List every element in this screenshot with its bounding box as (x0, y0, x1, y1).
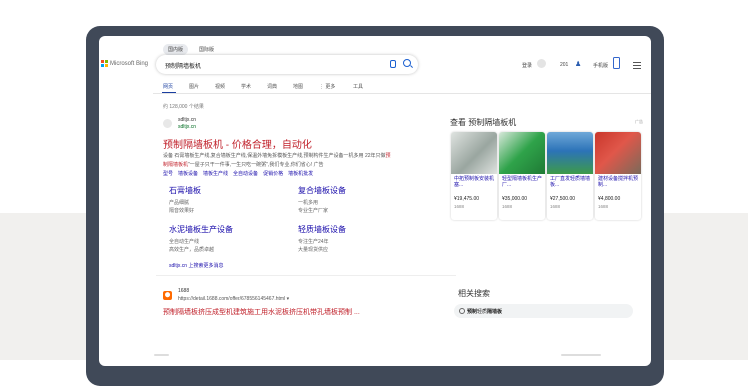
microsoft-logo-icon (101, 60, 108, 67)
sitelink-title[interactable]: 轻质墙板设备 (298, 224, 346, 235)
snippet-text: 设备 石膏墙板生产线,复合墙板生产线,保温外墙免拆模板生产线,预制构件生产设备一… (163, 153, 386, 159)
product-shop: 1688 (454, 204, 465, 209)
product-card[interactable]: 中拓预制板安装机塞... ¥19,475.00 1688 (451, 132, 497, 220)
related-plain-text: 轻质 (477, 309, 488, 315)
sign-in-link[interactable]: 登录 (522, 62, 532, 69)
result-url[interactable]: https://detail.1688.com/offer/6785561454… (178, 296, 289, 302)
site-search-more-link[interactable]: sdltjx.cn 上搜索更多消息 (169, 262, 223, 269)
product-name: 中拓预制板安装机塞... (454, 176, 495, 188)
product-name: 建材设备搅拌机预制... (598, 176, 639, 188)
site-favicon-icon (163, 119, 172, 128)
tab-images[interactable]: 图片 (189, 83, 199, 90)
phone-icon[interactable] (613, 57, 620, 69)
shopping-panel-title: 查看 预制隔墙板机 (450, 118, 517, 127)
header-divider (153, 93, 651, 94)
related-search-text: 预制轻质隔墙板 (467, 308, 502, 315)
tab-academic[interactable]: 学术 (241, 83, 251, 90)
deep-link[interactable]: 墙板生产线 (203, 170, 228, 177)
snippet-text: "一屋子只干一件事,一生只吃一碗粥",我们专业,你们省心! 广告 (188, 162, 324, 168)
product-price: ¥4,800.00 (598, 196, 621, 202)
deep-link[interactable]: 促销价格 (263, 170, 283, 177)
deep-link[interactable]: 全自动设备 (233, 170, 258, 177)
deep-link[interactable]: 型号 (163, 170, 173, 177)
tab-more[interactable]: ⋮ 更多 (319, 83, 335, 90)
sitelink-desc: 隔音效果好 (169, 208, 195, 214)
deep-link[interactable]: 墙板设备 (178, 170, 198, 177)
search-icon[interactable] (403, 59, 411, 67)
browser-screen: 国内版 国际版 Microsoft Bing 预制隔墙板机 登录 201 ♟ 手… (99, 36, 651, 366)
mobile-link[interactable]: 手机版 (593, 62, 608, 69)
product-shop: 1688 (502, 204, 513, 209)
site-favicon-icon: ⬤ (163, 291, 172, 300)
sitelink-desc: 全自动生产线 (169, 239, 200, 245)
result-count: 约 128,000 个结果 (163, 104, 204, 110)
result-snippet-line2: 制隔墙板机"一屋子只干一件事,一生只吃一碗粥",我们专业,你们省心! 广告 (163, 161, 324, 168)
result-title[interactable]: 预制隔墙板机 - 价格合理，自动化 (163, 136, 312, 151)
tab-videos[interactable]: 视频 (215, 83, 225, 90)
snippet-highlight: 制隔墙板机 (163, 162, 189, 168)
sitelink-desc: 大量现货供应 (298, 247, 329, 253)
result-divider (156, 275, 456, 276)
product-card[interactable]: 工厂直发轻质墙墙板... ¥27,500.00 1688 (547, 132, 593, 220)
product-shop: 1688 (550, 204, 561, 209)
logo-text: Microsoft Bing (110, 60, 149, 67)
sitelink-desc: 一机多用 (298, 200, 319, 206)
product-shop: 1688 (598, 204, 609, 209)
avatar-icon[interactable] (537, 59, 546, 68)
search-input[interactable]: 预制隔墙板机 (156, 55, 418, 74)
sitelink-desc: 专业生产厂家 (298, 208, 329, 214)
product-name: 工厂直发轻质墙墙板... (550, 176, 591, 188)
snippet-highlight: 预 (385, 153, 391, 159)
deep-link[interactable]: 墙板机批发 (288, 170, 313, 177)
rewards-points[interactable]: 201 (560, 62, 568, 68)
related-bold-text: 预制 (467, 309, 478, 315)
related-bold-text: 隔墙板 (487, 309, 503, 315)
result-site-name[interactable]: 1688 (178, 288, 189, 294)
product-price: ¥19,475.00 (454, 196, 480, 202)
scroll-indicator (154, 354, 169, 356)
sitelink-title[interactable]: 复合墙板设备 (298, 185, 346, 196)
product-image (451, 132, 497, 174)
deep-links: 型号 墙板设备 墙板生产线 全自动设备 促销价格 墙板机批发 (163, 170, 313, 177)
search-icon (459, 308, 465, 314)
bing-logo[interactable]: Microsoft Bing (101, 60, 148, 67)
sitelink-title[interactable]: 石膏墙板 (169, 185, 201, 196)
sitelink-desc: 产品细腻 (169, 200, 190, 206)
rewards-icon[interactable]: ♟ (575, 60, 581, 68)
result-snippet-line1: 设备 石膏墙板生产线,复合墙板生产线,保温外墙免拆模板生产线,预制构件生产设备一… (163, 152, 391, 159)
tab-web[interactable]: 网页 (163, 83, 173, 90)
scope-domestic[interactable]: 国内版 (163, 44, 189, 55)
sitelink-desc: 专注生产24年 (298, 239, 329, 245)
tab-maps[interactable]: 地图 (293, 83, 303, 90)
product-image (499, 132, 545, 174)
product-name: 轻型隔墙板机生产厂... (502, 176, 543, 188)
product-image (547, 132, 593, 174)
result-url[interactable]: sdltjx.cn (178, 124, 196, 130)
sitelink-title[interactable]: 水泥墙板生产设备 (169, 224, 233, 235)
related-search-item[interactable]: 预制轻质隔墙板 (454, 304, 633, 318)
product-card[interactable]: 建材设备搅拌机预制... ¥4,800.00 1688 (595, 132, 641, 220)
scroll-indicator (561, 354, 601, 356)
product-image (595, 132, 641, 174)
sitelink-desc: 高效生产，品质卓越 (169, 247, 215, 253)
result-site-name[interactable]: sdltjx.cn (178, 117, 196, 123)
search-query[interactable]: 预制隔墙板机 (165, 61, 201, 70)
microphone-icon[interactable] (390, 60, 396, 68)
tab-dictionary[interactable]: 词典 (267, 83, 277, 90)
result-title[interactable]: 预制隔墙板挤压成型机建筑施工用水泥板挤压机带孔墙板预制 ... (163, 307, 360, 317)
ad-label: 广告 (635, 119, 643, 124)
product-price: ¥35,000.00 (502, 196, 528, 202)
product-card[interactable]: 轻型隔墙板机生产厂... ¥35,000.00 1688 (499, 132, 545, 220)
scope-international[interactable]: 国际版 (194, 44, 219, 55)
tab-tools[interactable]: 工具 (353, 83, 363, 90)
product-price: ¥27,500.00 (550, 196, 576, 202)
related-searches-title: 相关搜索 (458, 289, 490, 298)
hamburger-menu-icon[interactable] (633, 62, 641, 69)
